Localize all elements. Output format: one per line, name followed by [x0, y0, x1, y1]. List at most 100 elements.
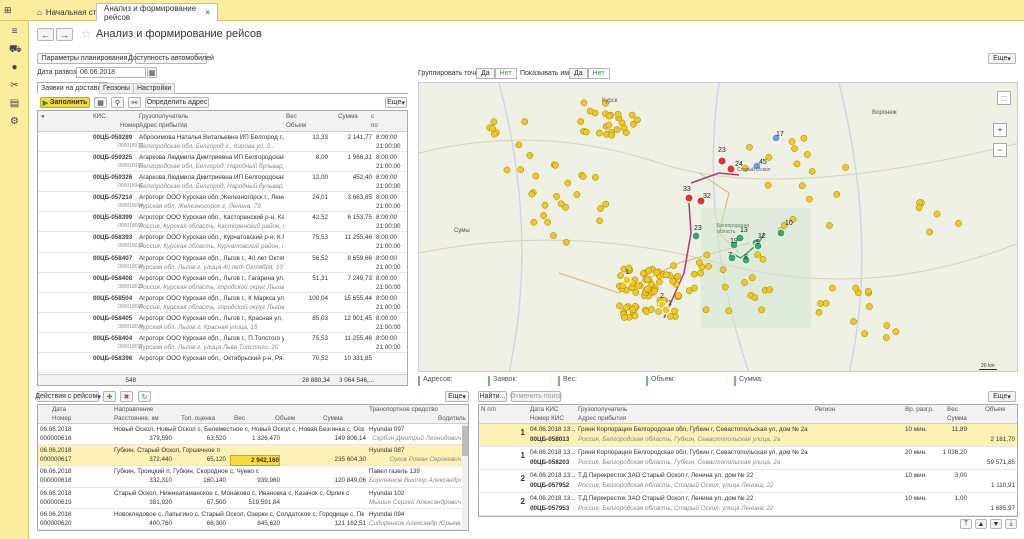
- trips-scrollbar[interactable]: [462, 424, 468, 530]
- map-point[interactable]: [864, 287, 872, 295]
- map-point[interactable]: [564, 179, 572, 187]
- find-button[interactable]: Найти...: [478, 391, 507, 402]
- map-point[interactable]: [562, 203, 569, 211]
- forward-button[interactable]: →: [56, 28, 73, 41]
- map-cluster[interactable]: 33: [683, 186, 694, 203]
- map-point[interactable]: [788, 138, 796, 145]
- map-point[interactable]: [631, 312, 639, 320]
- map-point[interactable]: [517, 166, 525, 173]
- map-point[interactable]: [833, 191, 841, 198]
- detail-row[interactable]: 1 04.06.2018 13:... 00ЦБ-058203 Гринн Корпо…: [479, 447, 1017, 470]
- map-point[interactable]: [748, 274, 756, 282]
- map-cluster-marker[interactable]: [661, 305, 671, 315]
- map-point[interactable]: [635, 282, 642, 290]
- more-button-trips[interactable]: Еще ▾: [445, 391, 469, 402]
- map-point[interactable]: [766, 286, 774, 293]
- order-row[interactable]: 00ЦБ-058396 Агроторг ООО Курская обл., Ок…: [38, 353, 407, 374]
- map-point[interactable]: [552, 161, 559, 169]
- trip-row[interactable]: 06.06.2018 000000617 Губкин, Старый Оскол,…: [38, 445, 462, 467]
- calendar-icon[interactable]: ▦: [147, 67, 157, 78]
- map-point[interactable]: [691, 284, 698, 292]
- map-point[interactable]: [866, 303, 873, 310]
- map-cluster[interactable]: 23: [691, 225, 702, 241]
- map-point[interactable]: [751, 294, 759, 301]
- map-point[interactable]: [955, 219, 962, 227]
- names-yes[interactable]: Да: [569, 68, 588, 79]
- map-point[interactable]: [705, 263, 712, 270]
- map-point[interactable]: [670, 262, 677, 269]
- map-point[interactable]: [634, 116, 641, 124]
- map-point[interactable]: [621, 314, 628, 321]
- map-point[interactable]: [852, 284, 860, 292]
- map-point[interactable]: [817, 300, 824, 307]
- map-point[interactable]: [515, 141, 523, 149]
- map-point[interactable]: [815, 309, 823, 316]
- map-point[interactable]: [647, 306, 655, 313]
- map-point[interactable]: [586, 107, 594, 115]
- map-point[interactable]: [674, 273, 681, 280]
- move-up-icon[interactable]: ▲: [975, 519, 987, 529]
- map-point[interactable]: [597, 205, 604, 212]
- map-point[interactable]: [791, 145, 798, 153]
- map-cluster-marker[interactable]: [691, 231, 701, 241]
- map-point[interactable]: [579, 173, 587, 180]
- map-point[interactable]: [697, 269, 705, 277]
- map[interactable]: 33 32 23 24 45 17 23 13 12 10 19 9 7 8 1 2 1 Курск Ворон…: [418, 82, 1018, 372]
- map-point[interactable]: [754, 251, 761, 259]
- detail-row[interactable]: 2 04.06.2018 13:... 00ЦБ-057952 Т.Д Перекре…: [479, 470, 1017, 493]
- vehicle-availability-button[interactable]: Доступность автомобилей: [128, 53, 214, 64]
- map-point[interactable]: [883, 322, 891, 329]
- map-point[interactable]: [616, 302, 623, 310]
- map-point[interactable]: [671, 307, 678, 315]
- map-cluster[interactable]: 17: [771, 131, 784, 143]
- map-point[interactable]: [644, 285, 652, 293]
- map-point[interactable]: [521, 118, 529, 125]
- magnifier-icon[interactable]: ⚲: [111, 97, 124, 108]
- order-row[interactable]: 00ЦБ-058405 000018014 Агроторг ООО Курская…: [38, 313, 407, 333]
- map-point[interactable]: [503, 166, 511, 174]
- planning-params-button[interactable]: Параметры планирования: [37, 53, 132, 64]
- favorite-star-icon[interactable]: ☆: [81, 27, 92, 41]
- map-point[interactable]: [850, 318, 857, 325]
- order-row[interactable]: 00ЦБ-057214 000018094 Агроторг ООО Курская…: [38, 192, 407, 213]
- map-point[interactable]: [490, 118, 498, 125]
- map-point[interactable]: [695, 259, 703, 266]
- map-point[interactable]: [822, 299, 830, 307]
- tab-analysis[interactable]: Анализ и формирование рейсов ×: [96, 3, 218, 22]
- fullscreen-button[interactable]: ⬚: [997, 91, 1011, 105]
- remove-trip-icon[interactable]: ✖: [120, 391, 133, 402]
- map-point[interactable]: [759, 255, 767, 263]
- map-point[interactable]: [595, 129, 603, 137]
- map-point[interactable]: [623, 304, 630, 312]
- map-point[interactable]: [669, 277, 677, 285]
- map-point[interactable]: [882, 334, 890, 342]
- truck-icon[interactable]: ⛟: [9, 45, 22, 55]
- fill-button[interactable]: ▶ Заполнить: [40, 97, 90, 108]
- map-point[interactable]: [915, 204, 923, 212]
- documents-icon[interactable]: ▤: [9, 99, 20, 109]
- map-point[interactable]: [667, 313, 674, 320]
- menu-icon[interactable]: ⊞: [4, 5, 26, 16]
- trip-actions-button[interactable]: Действия с рейсом ▾: [35, 391, 101, 402]
- map-point[interactable]: [540, 212, 548, 219]
- move-down-icon[interactable]: ▼: [990, 519, 1002, 529]
- map-point[interactable]: [793, 160, 801, 168]
- map-point[interactable]: [721, 283, 729, 291]
- user-icon[interactable]: ●: [9, 63, 20, 73]
- map-point[interactable]: [808, 168, 816, 175]
- map-point[interactable]: [605, 121, 613, 129]
- map-point[interactable]: [489, 125, 496, 132]
- map-cluster-marker[interactable]: [776, 228, 786, 238]
- order-row[interactable]: 00ЦБ-058504 000018006 Агроторг ООО Курская…: [38, 293, 407, 313]
- group-no[interactable]: Нет: [494, 68, 517, 79]
- map-cluster-marker[interactable]: [622, 275, 632, 285]
- map-point[interactable]: [553, 193, 560, 200]
- map-point[interactable]: [798, 182, 806, 190]
- map-point[interactable]: [614, 110, 622, 118]
- calendar-small-icon[interactable]: ▦: [94, 97, 107, 108]
- map-point[interactable]: [933, 210, 941, 218]
- trip-row[interactable]: 06.06.2018 000000616 Новый Оскол, Новый Ос…: [38, 424, 462, 446]
- move-bottom-icon[interactable]: ⤓: [1005, 519, 1017, 529]
- map-point[interactable]: [613, 126, 621, 133]
- date-input[interactable]: 06.06.2018: [76, 67, 146, 78]
